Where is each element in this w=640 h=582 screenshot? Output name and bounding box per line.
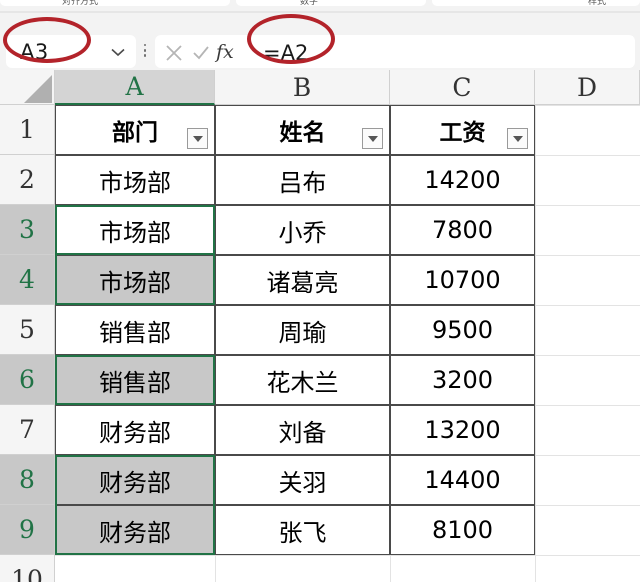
- column-header-a[interactable]: A: [55, 70, 215, 105]
- row-header-7[interactable]: 7: [0, 405, 55, 455]
- chevron-down-icon[interactable]: [108, 42, 128, 62]
- gridline-vertical: [535, 105, 536, 582]
- gridline-horizontal: [55, 555, 640, 556]
- cell-a6[interactable]: 销售部: [55, 355, 215, 405]
- cell-c5[interactable]: 9500: [390, 305, 535, 355]
- cell-c2[interactable]: 14200: [390, 155, 535, 205]
- row-header-4[interactable]: 4: [0, 255, 55, 305]
- filter-dropdown-icon-a[interactable]: [187, 128, 208, 149]
- more-options-icon[interactable]: [139, 41, 151, 63]
- formula-bar-row: A3 fx =A2: [0, 13, 640, 70]
- ribbon-group-styles: 样式: [588, 0, 607, 7]
- row-header-5[interactable]: 5: [0, 305, 55, 355]
- cell-b6[interactable]: 花木兰: [215, 355, 390, 405]
- caret-down-icon: [512, 135, 523, 142]
- spreadsheet-grid: ABCD 1 2 3 4 5 6 7 8 9 10 部门 姓名 工资 市场部 吕布 14200 市场部 小乔 78…: [0, 70, 640, 582]
- confirm-check-icon[interactable]: [190, 42, 212, 64]
- column-header-c[interactable]: C: [390, 70, 535, 105]
- insert-function-icon[interactable]: fx: [216, 41, 234, 63]
- column-header-b[interactable]: B: [215, 70, 390, 105]
- cell-b5[interactable]: 周瑜: [215, 305, 390, 355]
- ribbon-group-alignment: 对齐方式: [62, 0, 99, 7]
- row-header-2[interactable]: 2: [0, 155, 55, 205]
- row-header-6[interactable]: 6: [0, 355, 55, 405]
- cell-b7[interactable]: 刘备: [215, 405, 390, 455]
- cell-c6[interactable]: 3200: [390, 355, 535, 405]
- cell-a9[interactable]: 财务部: [55, 505, 215, 555]
- cell-c3[interactable]: 7800: [390, 205, 535, 255]
- caret-down-icon: [367, 135, 378, 142]
- formula-input[interactable]: =A2: [243, 36, 633, 67]
- filter-dropdown-icon-b[interactable]: [362, 128, 383, 149]
- cell-c7[interactable]: 13200: [390, 405, 535, 455]
- cell-b8[interactable]: 关羽: [215, 455, 390, 505]
- cell-c4[interactable]: 10700: [390, 255, 535, 305]
- cell-b9[interactable]: 张飞: [215, 505, 390, 555]
- row-header-10[interactable]: 10: [0, 555, 55, 582]
- caret-down-icon: [192, 135, 203, 142]
- cell-c9[interactable]: 8100: [390, 505, 535, 555]
- ribbon-strip: 对齐方式 ⌐ 数字 ⌐ 样式: [0, 0, 640, 13]
- cell-b3[interactable]: 小乔: [215, 205, 390, 255]
- ribbon-launcher-alignment[interactable]: ⌐: [150, 0, 158, 4]
- name-box-value: A3: [20, 40, 49, 64]
- row-header-9[interactable]: 9: [0, 505, 55, 555]
- cell-b4[interactable]: 诸葛亮: [215, 255, 390, 305]
- cell-a4[interactable]: 市场部: [55, 255, 215, 305]
- cell-c8[interactable]: 14400: [390, 455, 535, 505]
- row-header-8[interactable]: 8: [0, 455, 55, 505]
- cell-a3[interactable]: 市场部: [55, 205, 215, 255]
- formula-value: =A2: [263, 41, 309, 65]
- cell-a7[interactable]: 财务部: [55, 405, 215, 455]
- cell-b2[interactable]: 吕布: [215, 155, 390, 205]
- cell-a2[interactable]: 市场部: [55, 155, 215, 205]
- cell-a5[interactable]: 销售部: [55, 305, 215, 355]
- row-header-1[interactable]: 1: [0, 105, 55, 155]
- select-all-corner[interactable]: [0, 70, 55, 105]
- excel-window: 对齐方式 ⌐ 数字 ⌐ 样式 A3 fx: [0, 0, 640, 582]
- ribbon-group-number: 数字: [300, 0, 319, 7]
- cancel-x-icon[interactable]: [163, 42, 185, 64]
- ribbon-launcher-number[interactable]: ⌐: [420, 0, 428, 4]
- filter-dropdown-icon-c[interactable]: [507, 128, 528, 149]
- cell-a8[interactable]: 财务部: [55, 455, 215, 505]
- row-header-3[interactable]: 3: [0, 205, 55, 255]
- column-header-d[interactable]: D: [535, 70, 640, 105]
